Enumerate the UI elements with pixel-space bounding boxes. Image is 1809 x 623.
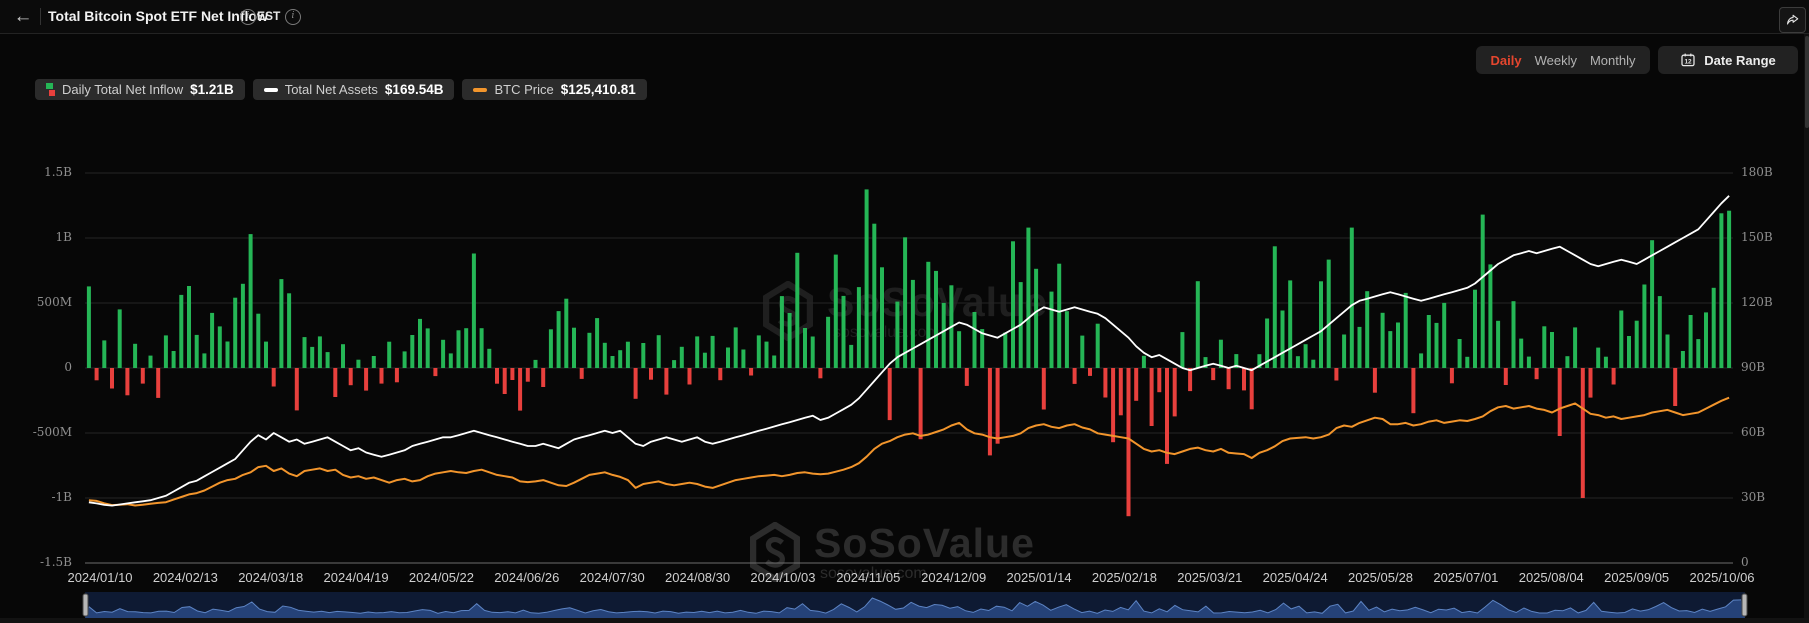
navigator-handle-right[interactable]	[1742, 594, 1747, 616]
x-axis-date-tick: 2025/05/28	[1348, 570, 1413, 585]
y-axis-left-tick: 0	[8, 360, 72, 374]
x-axis-date-tick: 2024/08/30	[665, 570, 730, 585]
x-axis-date-tick: 2024/04/19	[324, 570, 389, 585]
y-axis-right-tick: 90B	[1741, 360, 1765, 374]
y-axis-right-tick: 0	[1741, 555, 1749, 569]
x-axis-date-tick: 2025/08/04	[1519, 570, 1584, 585]
btc-price-line	[89, 398, 1729, 506]
x-axis-date-tick: 2025/02/18	[1092, 570, 1157, 585]
main-chart[interactable]	[0, 0, 1809, 623]
x-axis-date-tick: 2024/07/30	[580, 570, 645, 585]
x-axis-date-tick: 2024/11/05	[836, 570, 900, 585]
x-axis-date-tick: 2024/05/22	[409, 570, 474, 585]
y-axis-right-tick: 180B	[1741, 165, 1773, 179]
y-axis-right-tick: 60B	[1741, 425, 1765, 439]
x-axis-date-tick: 2024/06/26	[494, 570, 559, 585]
x-axis-date-tick: 2025/03/21	[1177, 570, 1242, 585]
x-axis-date-tick: 2025/01/14	[1007, 570, 1072, 585]
range-navigator	[83, 592, 1747, 618]
y-axis-right-tick: 120B	[1741, 295, 1773, 309]
x-axis-date-tick: 2025/07/01	[1433, 570, 1498, 585]
x-axis-date-tick: 2025/10/06	[1689, 570, 1754, 585]
y-axis-right-tick: 150B	[1741, 230, 1773, 244]
y-axis-left-tick: -500M	[8, 425, 72, 439]
x-axis-date-tick: 2024/02/13	[153, 570, 218, 585]
x-axis-date-tick: 2024/03/18	[238, 570, 303, 585]
x-axis-date-tick: 2025/09/05	[1604, 570, 1669, 585]
navigator-handle-left[interactable]	[83, 594, 88, 616]
y-axis-right-tick: 30B	[1741, 490, 1765, 504]
y-axis-left-tick: 500M	[8, 295, 72, 309]
footer-strip	[0, 618, 1809, 623]
x-axis-date-tick: 2024/12/09	[921, 570, 986, 585]
y-axis-left-tick: 1B	[8, 230, 72, 244]
etf-dashboard: ← Total Bitcoin Spot ETF Net Inflow i ES…	[0, 0, 1809, 623]
y-axis-left-tick: -1.5B	[8, 555, 72, 569]
x-axis-date-tick: 2024/01/10	[67, 570, 132, 585]
x-axis-date-tick: 2025/04/24	[1263, 570, 1328, 585]
y-axis-left-tick: 1.5B	[8, 165, 72, 179]
x-axis-date-tick: 2024/10/03	[750, 570, 815, 585]
y-axis-left-tick: -1B	[8, 490, 72, 504]
gridlines	[85, 173, 1733, 563]
